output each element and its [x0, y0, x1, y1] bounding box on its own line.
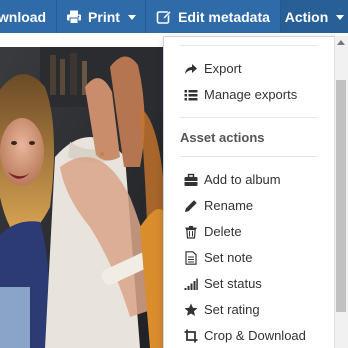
menu-item-label: Manage exports	[204, 87, 298, 102]
menu-scrollbar-thumb[interactable]	[336, 80, 346, 312]
menu-item-label: Crop & Download	[204, 328, 306, 343]
menu-item-label: Set rating	[204, 302, 260, 317]
print-button[interactable]: Print	[57, 0, 145, 33]
print-label: Print	[88, 8, 120, 25]
menu-item-label: Set status	[204, 276, 262, 291]
menu-item-label: Delete	[204, 224, 242, 239]
action-label: Action	[284, 8, 329, 25]
action-button[interactable]: Action	[281, 0, 348, 33]
menu-item-label: Rename	[204, 198, 254, 213]
list-icon	[184, 88, 198, 102]
chevron-down-icon	[127, 14, 136, 20]
signal-icon	[184, 277, 198, 291]
chevron-down-icon	[336, 14, 345, 20]
menu-item-export[interactable]: Export	[164, 57, 319, 81]
menu-item-label: Export	[204, 61, 242, 76]
menu-divider	[180, 156, 317, 157]
edit-icon	[156, 9, 172, 25]
pencil-icon	[184, 199, 198, 213]
edit-metadata-button[interactable]: Edit metadata	[146, 0, 280, 33]
star-icon	[184, 303, 198, 317]
menu-item-crop-download[interactable]: Crop & Download	[164, 324, 319, 348]
asset-preview-image[interactable]	[0, 47, 166, 348]
menu-item-label: Add to album	[204, 172, 281, 187]
briefcase-icon	[184, 173, 198, 187]
menu-item-label: Set note	[204, 250, 253, 265]
trash-icon	[184, 225, 198, 239]
action-dropdown-menu: Export Manage exports Asset actions Add …	[163, 36, 335, 348]
menu-divider	[180, 45, 317, 46]
note-icon	[184, 251, 198, 265]
scroll-up-arrow-icon[interactable]	[337, 40, 345, 45]
menu-item-manage-exports[interactable]: Manage exports	[164, 83, 319, 107]
menu-item-add-to-album[interactable]: Add to album	[164, 168, 319, 192]
menu-item-set-note[interactable]: Set note	[164, 246, 319, 270]
menu-divider	[180, 117, 317, 118]
menu-item-delete[interactable]: Delete	[164, 220, 319, 244]
app-window: wnload Print Edit metadata Action Export…	[0, 0, 348, 348]
edit-metadata-label: Edit metadata	[178, 8, 270, 25]
share-icon	[184, 62, 198, 76]
menu-item-set-rating[interactable]: Set rating	[164, 298, 319, 322]
toolbar: wnload Print Edit metadata Action	[0, 0, 348, 33]
menu-item-rename[interactable]: Rename	[164, 194, 319, 218]
download-label: wnload	[0, 8, 47, 25]
download-button[interactable]: wnload	[0, 0, 56, 33]
menu-section-header: Asset actions	[180, 130, 265, 145]
menu-item-set-status[interactable]: Set status	[164, 272, 319, 296]
printer-icon	[66, 9, 82, 25]
crop-icon	[184, 329, 198, 343]
